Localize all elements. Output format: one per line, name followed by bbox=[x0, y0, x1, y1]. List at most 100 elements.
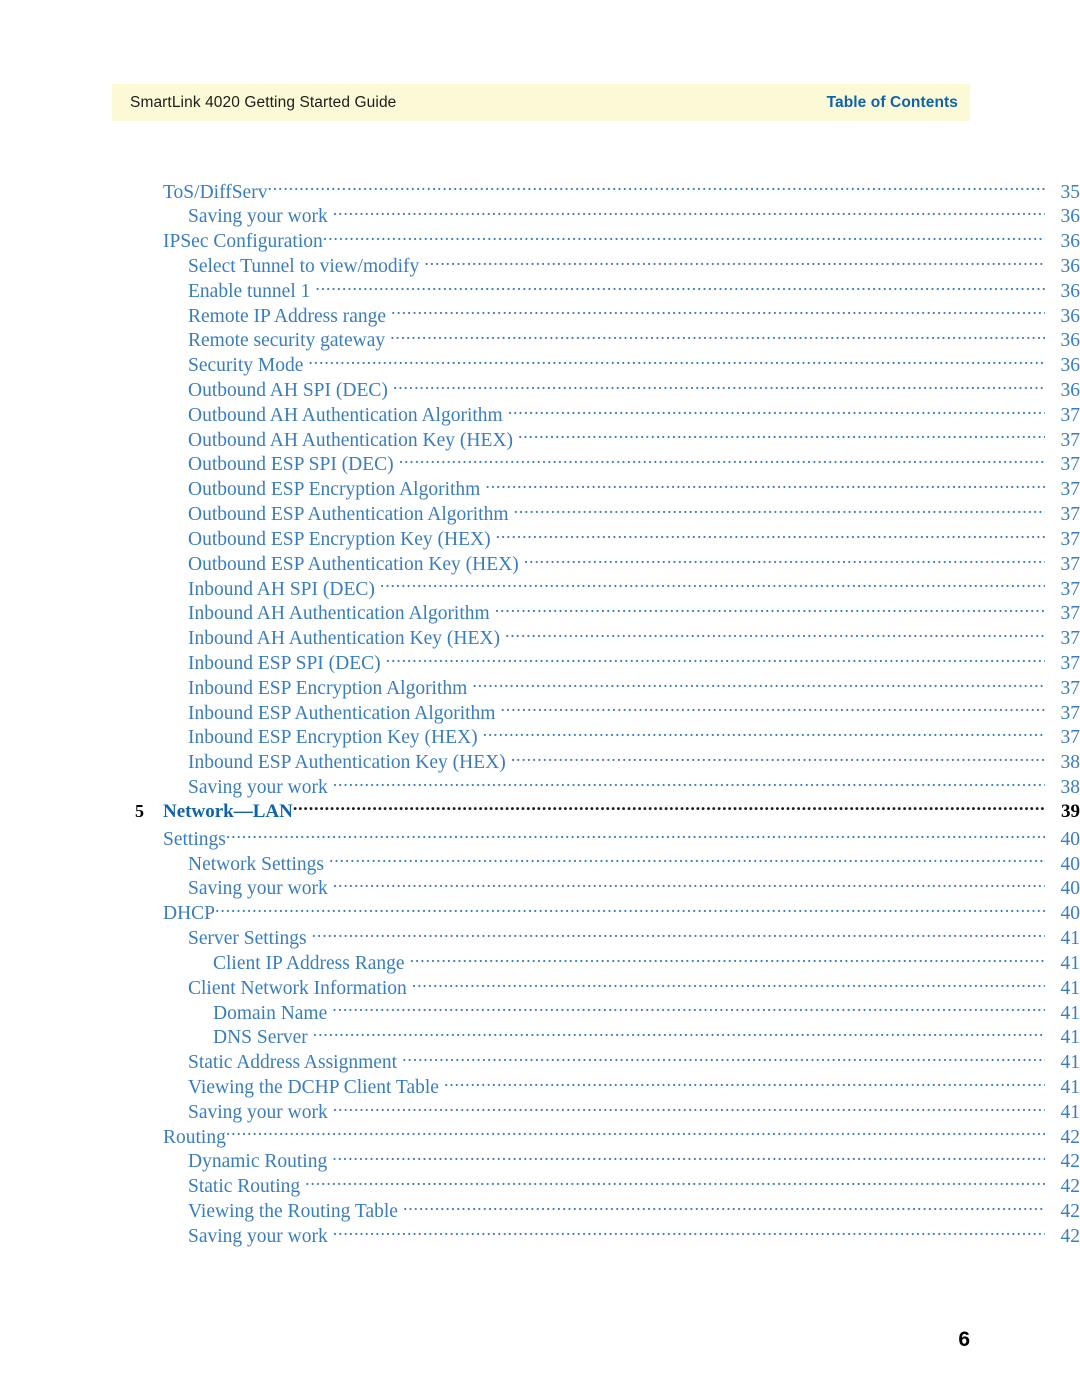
toc-entry[interactable]: Inbound AH SPI (DEC) 37 bbox=[0, 575, 1080, 600]
toc-entry[interactable]: Remote IP Address range 36 bbox=[0, 302, 1080, 327]
toc-dot-leader bbox=[391, 302, 1045, 322]
toc-entry[interactable]: Routing 42 bbox=[0, 1123, 1080, 1148]
toc-dot-leader bbox=[399, 451, 1045, 471]
toc-entry-label: Enable tunnel 1 bbox=[188, 280, 311, 302]
toc-entry-label: Domain Name bbox=[213, 1002, 328, 1024]
toc-entry[interactable]: Client IP Address Range 41 bbox=[0, 949, 1080, 974]
toc-dot-leader bbox=[333, 1222, 1045, 1242]
toc-page-number: 40 bbox=[1060, 878, 1080, 900]
toc-entry-label: Saving your work bbox=[188, 206, 328, 228]
toc-entry-label: Routing bbox=[163, 1126, 226, 1148]
toc-entry[interactable]: Outbound ESP Authentication Key (HEX) 37 bbox=[0, 550, 1080, 575]
toc-page-number: 42 bbox=[1060, 1176, 1080, 1198]
toc-entry[interactable]: Inbound ESP SPI (DEC) 37 bbox=[0, 649, 1080, 674]
toc-page-number: 38 bbox=[1060, 777, 1080, 798]
toc-entry[interactable]: Inbound AH Authentication Algorithm 37 bbox=[0, 600, 1080, 625]
toc-entry[interactable]: Settings 40 bbox=[0, 825, 1080, 850]
toc-page-number: 37 bbox=[1060, 404, 1080, 426]
toc-entry[interactable]: Viewing the Routing Table 42 bbox=[0, 1198, 1080, 1223]
toc-entry[interactable]: Inbound ESP Authentication Key (HEX) 38 bbox=[0, 749, 1080, 774]
toc-entry[interactable]: Saving your work 40 bbox=[0, 875, 1080, 900]
toc-entry-label: DNS Server bbox=[213, 1027, 308, 1049]
toc-entry[interactable]: Saving your work 36 bbox=[0, 203, 1080, 228]
toc-entry-label: IPSec Configuration bbox=[163, 231, 323, 253]
toc-entry[interactable]: Domain Name 41 bbox=[0, 999, 1080, 1024]
toc-dot-leader bbox=[226, 825, 1045, 845]
toc-chapter-entry[interactable]: 5 Network—LAN 39 bbox=[0, 798, 1080, 825]
toc-entry-label: Saving your work bbox=[188, 1225, 328, 1247]
toc-entry[interactable]: Static Address Assignment 41 bbox=[0, 1049, 1080, 1074]
toc-entry[interactable]: Outbound ESP Encryption Algorithm 37 bbox=[0, 476, 1080, 501]
toc-entry[interactable]: Inbound AH Authentication Key (HEX) 37 bbox=[0, 625, 1080, 650]
toc-dot-leader bbox=[500, 699, 1045, 719]
toc-dot-leader bbox=[505, 625, 1045, 645]
toc-page-number: 37 bbox=[1060, 479, 1080, 501]
toc-entry[interactable]: Security Mode 36 bbox=[0, 352, 1080, 377]
toc-entry[interactable]: Outbound ESP Authentication Algorithm 37 bbox=[0, 501, 1080, 526]
toc-page-number: 41 bbox=[1060, 977, 1080, 999]
toc-page-number: 36 bbox=[1060, 255, 1080, 277]
toc-entry-label: Dynamic Routing bbox=[188, 1151, 328, 1173]
toc-entry[interactable]: Inbound ESP Encryption Key (HEX) 37 bbox=[0, 724, 1080, 749]
toc-entry[interactable]: Outbound ESP SPI (DEC) 37 bbox=[0, 451, 1080, 476]
toc-entry[interactable]: Inbound ESP Authentication Algorithm 37 bbox=[0, 699, 1080, 724]
toc-page-number: 37 bbox=[1060, 652, 1080, 674]
toc-page-number: 41 bbox=[1060, 1002, 1080, 1024]
toc-entry-label: ToS/DiffServ bbox=[163, 181, 268, 203]
table-of-contents-list: ToS/DiffServ35Saving your work36IPSec Co… bbox=[0, 178, 1080, 1247]
toc-entry-label: Settings bbox=[163, 828, 226, 850]
toc-page-number: 36 bbox=[1060, 330, 1080, 352]
toc-dot-leader bbox=[390, 327, 1045, 347]
toc-dot-leader bbox=[226, 1123, 1045, 1143]
toc-page-number: 37 bbox=[1060, 603, 1080, 625]
toc-entry-label: Inbound ESP Encryption Key (HEX) bbox=[188, 727, 478, 749]
toc-entry-label: Saving your work bbox=[188, 878, 328, 900]
toc-page-number: 42 bbox=[1060, 1151, 1080, 1173]
toc-page-number: 42 bbox=[1060, 1201, 1080, 1222]
toc-entry-label: Server Settings bbox=[188, 928, 307, 950]
toc-entry-label: Inbound ESP SPI (DEC) bbox=[188, 652, 381, 674]
toc-dot-leader bbox=[402, 1049, 1045, 1069]
toc-entry[interactable]: Client Network Information 41 bbox=[0, 974, 1080, 999]
toc-entry[interactable]: Saving your work 42 bbox=[0, 1222, 1080, 1247]
toc-page-number: 36 bbox=[1060, 380, 1080, 401]
toc-entry[interactable]: DNS Server 41 bbox=[0, 1024, 1080, 1049]
toc-entry[interactable]: IPSec Configuration 36 bbox=[0, 228, 1080, 253]
toc-entry-label: Inbound ESP Authentication Key (HEX) bbox=[188, 752, 506, 774]
toc-entry[interactable]: DHCP 40 bbox=[0, 900, 1080, 925]
toc-dot-leader bbox=[267, 178, 1045, 198]
toc-dot-leader bbox=[495, 600, 1045, 620]
toc-dot-leader bbox=[215, 900, 1045, 920]
toc-dot-leader bbox=[329, 850, 1045, 870]
toc-entry[interactable]: Remote security gateway 36 bbox=[0, 327, 1080, 352]
toc-page-number: 37 bbox=[1060, 578, 1080, 600]
toc-entry[interactable]: Inbound ESP Encryption Algorithm 37 bbox=[0, 674, 1080, 699]
toc-entry[interactable]: Outbound AH Authentication Key (HEX) 37 bbox=[0, 426, 1080, 451]
toc-entry[interactable]: Static Routing 42 bbox=[0, 1173, 1080, 1198]
toc-page-number: 41 bbox=[1060, 1027, 1080, 1049]
toc-entry[interactable]: Select Tunnel to view/modify 36 bbox=[0, 252, 1080, 277]
toc-entry[interactable]: Outbound ESP Encryption Key (HEX) 37 bbox=[0, 525, 1080, 550]
toc-entry-label: Inbound AH SPI (DEC) bbox=[188, 578, 375, 600]
toc-entry[interactable]: Dynamic Routing 42 bbox=[0, 1148, 1080, 1173]
toc-entry[interactable]: Outbound AH Authentication Algorithm 37 bbox=[0, 401, 1080, 426]
toc-entry[interactable]: Enable tunnel 1 36 bbox=[0, 277, 1080, 302]
toc-entry-label: Security Mode bbox=[188, 355, 304, 377]
toc-entry[interactable]: Server Settings 41 bbox=[0, 925, 1080, 950]
toc-page-number: 40 bbox=[1060, 828, 1080, 850]
toc-entry[interactable]: Network Settings 40 bbox=[0, 850, 1080, 875]
toc-dot-leader bbox=[380, 575, 1045, 595]
toc-page-number: 42 bbox=[1060, 1225, 1080, 1247]
toc-entry[interactable]: ToS/DiffServ 35 bbox=[0, 178, 1080, 203]
toc-entry-label: Inbound ESP Encryption Algorithm bbox=[188, 677, 468, 699]
toc-entry[interactable]: Saving your work 38 bbox=[0, 774, 1080, 799]
toc-page-number: 37 bbox=[1060, 677, 1080, 699]
toc-entry[interactable]: Viewing the DCHP Client Table 41 bbox=[0, 1073, 1080, 1098]
toc-dot-leader bbox=[332, 999, 1045, 1019]
toc-dot-leader bbox=[333, 774, 1045, 794]
toc-dot-leader bbox=[333, 1098, 1045, 1118]
toc-entry[interactable]: Saving your work 41 bbox=[0, 1098, 1080, 1123]
toc-dot-leader bbox=[386, 649, 1045, 669]
toc-entry[interactable]: Outbound AH SPI (DEC) 36 bbox=[0, 377, 1080, 402]
toc-entry-label: Select Tunnel to view/modify bbox=[188, 255, 420, 277]
